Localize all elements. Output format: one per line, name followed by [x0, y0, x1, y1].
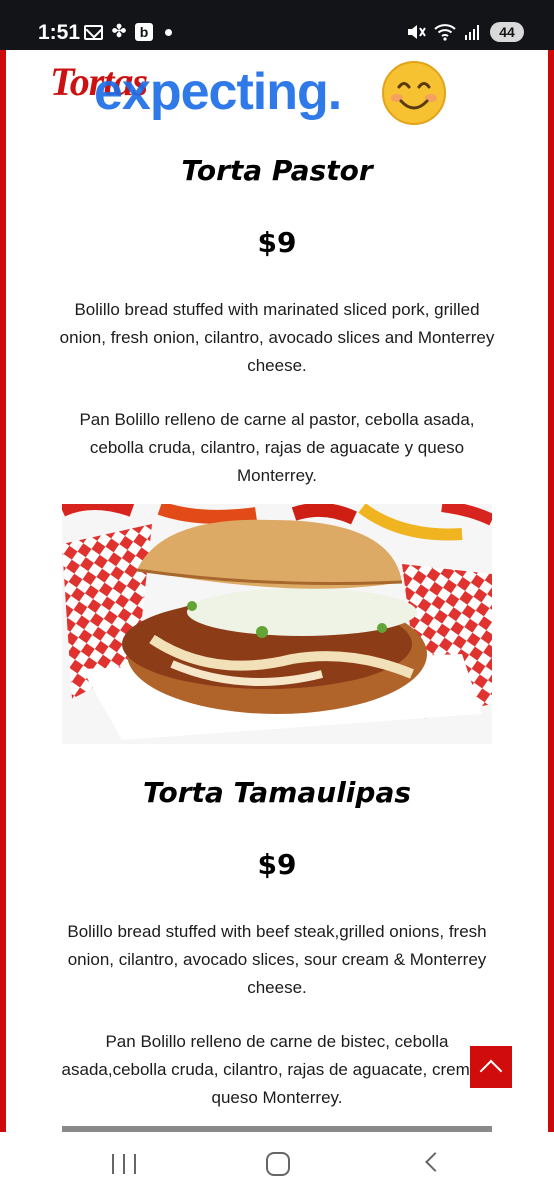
item-title: Torta Tamaulipas: [142, 776, 412, 809]
torta-pastor-photo: [62, 504, 492, 744]
home-icon[interactable]: [266, 1152, 290, 1176]
status-bar: 1:51 ✤ b 44: [0, 0, 554, 50]
item-description-english: Bolillo bread stuffed with marinated sli…: [59, 300, 495, 375]
item-price: $9: [257, 226, 297, 259]
chevron-up-icon: [479, 1059, 503, 1083]
recents-icon[interactable]: [112, 1154, 136, 1176]
b-app-icon: b: [135, 23, 153, 41]
android-navigation-bar: [0, 1132, 554, 1200]
mail-icon: [84, 24, 103, 40]
item-price: $9: [257, 848, 297, 881]
pinwheel-icon: ✤: [111, 21, 127, 42]
smiling-face-emoji-icon: [382, 61, 446, 125]
scroll-to-top-button[interactable]: [470, 1046, 512, 1088]
menu-page[interactable]: Tortas expecting. Torta Pastor $9 Bolill…: [6, 50, 548, 1132]
mute-icon: [408, 25, 426, 39]
item-description-spanish: Pan Bolillo relleno de carne de bistec, …: [61, 1032, 493, 1107]
item-description-english: Bolillo bread stuffed with beef steak,gr…: [67, 922, 487, 997]
item-title: Torta Pastor: [181, 154, 373, 187]
expecting-overlay-text: expecting.: [94, 63, 342, 121]
back-icon[interactable]: [425, 1152, 445, 1172]
right-red-border: [548, 50, 554, 1132]
more-notifications-dot-icon: [165, 28, 172, 36]
system-icons: 44: [406, 22, 524, 42]
wifi-icon: [434, 24, 456, 41]
item-description-spanish: Pan Bolillo relleno de carne al pastor, …: [79, 410, 475, 485]
signal-icon: [465, 25, 479, 40]
status-time: 1:51: [38, 21, 81, 44]
notification-icons: ✤ b: [84, 22, 172, 42]
battery-indicator: 44: [490, 22, 524, 42]
